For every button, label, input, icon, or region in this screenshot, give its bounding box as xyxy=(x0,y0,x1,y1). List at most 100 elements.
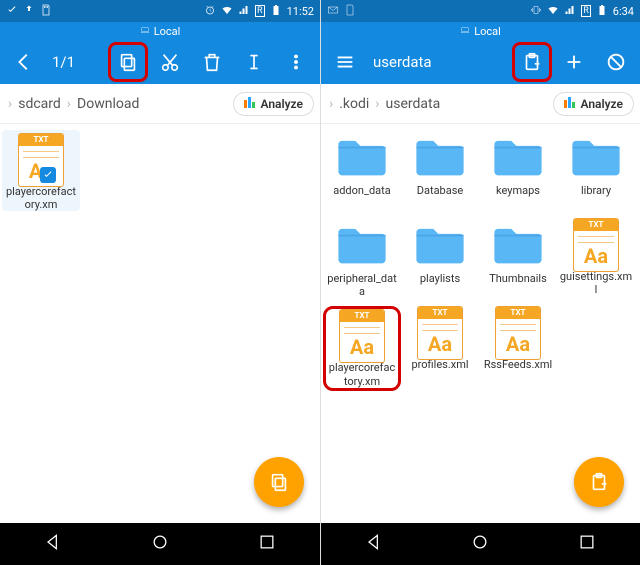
delete-button[interactable] xyxy=(192,42,232,82)
fab-paste[interactable] xyxy=(574,457,624,507)
folder-icon xyxy=(411,218,469,270)
location-label: Local xyxy=(474,25,501,38)
chevron-icon: › xyxy=(327,96,335,112)
item-label: Database xyxy=(401,184,479,210)
status-bar: R 6:34 xyxy=(321,0,640,22)
nav-back[interactable] xyxy=(43,532,63,556)
nav-home[interactable] xyxy=(470,532,490,556)
item-label: keymaps xyxy=(479,184,557,210)
item-label: playlists xyxy=(401,272,479,298)
crumb[interactable]: .kodi xyxy=(335,96,373,112)
toolbar: userdata xyxy=(321,40,640,84)
item-label: Thumbnails xyxy=(479,272,557,298)
alarm-icon xyxy=(204,4,216,19)
folder-item[interactable]: playlists xyxy=(401,218,479,298)
chevron-icon: › xyxy=(6,96,14,112)
crumb[interactable]: sdcard xyxy=(14,96,65,112)
file-item[interactable]: TXTAaplayercorefactory.xm xyxy=(323,306,401,390)
status-bar: R 11:52 xyxy=(0,0,320,22)
item-label: RssFeeds.xml xyxy=(479,358,557,384)
item-label: peripheral_data xyxy=(323,272,401,298)
chevron-icon: › xyxy=(373,96,381,112)
device-icon xyxy=(460,25,470,38)
folder-item[interactable]: keymaps xyxy=(479,130,557,210)
sd-icon xyxy=(40,4,52,19)
analyze-button[interactable]: Analyze xyxy=(553,92,634,116)
check-icon xyxy=(6,4,18,19)
status-time: 11:52 xyxy=(287,5,314,18)
paste-button[interactable] xyxy=(512,42,552,82)
analyze-button[interactable]: Analyze xyxy=(233,92,314,116)
menu-button[interactable] xyxy=(325,42,365,82)
folder-item[interactable]: Thumbnails xyxy=(479,218,557,298)
vibrate-icon xyxy=(530,4,542,19)
folder-icon xyxy=(333,218,391,270)
wifi-icon xyxy=(221,4,233,19)
nav-recent[interactable] xyxy=(577,532,597,556)
sd-icon xyxy=(344,4,356,19)
txt-file-icon: TXTAa xyxy=(495,306,541,356)
battery-icon xyxy=(270,4,282,19)
item-label: addon_data xyxy=(323,184,401,210)
fab-copy[interactable] xyxy=(254,457,304,507)
item-label: playercorefactory.xm xyxy=(326,361,398,387)
signal-icon xyxy=(564,4,576,19)
selection-counter: 1/1 xyxy=(46,53,81,71)
nav-home[interactable] xyxy=(150,532,170,556)
signal-icon xyxy=(238,4,250,19)
android-navbar xyxy=(0,523,320,565)
folder-item[interactable]: peripheral_data xyxy=(323,218,401,298)
device-icon xyxy=(140,25,150,38)
bars-icon xyxy=(244,97,256,111)
crumb[interactable]: Download xyxy=(73,96,143,112)
item-label: playercorefactory.xm xyxy=(2,185,80,211)
item-label: profiles.xml xyxy=(401,358,479,384)
location-strip: Local xyxy=(0,22,320,40)
file-item[interactable]: TXTAaplayercorefactory.xm xyxy=(2,130,80,211)
file-item[interactable]: TXTAaprofiles.xml xyxy=(401,306,479,390)
file-item[interactable]: TXTAaRssFeeds.xml xyxy=(479,306,557,390)
r-badge-icon: R xyxy=(581,5,591,17)
mail-icon xyxy=(327,4,339,19)
folder-icon xyxy=(333,130,391,182)
new-button[interactable] xyxy=(554,42,594,82)
phone-left: R 11:52 Local 1/1 › sdcard › Download An… xyxy=(0,0,320,565)
crumb[interactable]: userdata xyxy=(382,96,445,112)
phone-right: R 6:34 Local userdata › .kodi › userdata… xyxy=(320,0,640,565)
upload-icon xyxy=(23,4,35,19)
path-label[interactable]: userdata xyxy=(367,53,438,71)
analyze-label: Analyze xyxy=(580,97,623,111)
breadcrumb: › .kodi › userdata Analyze xyxy=(321,84,640,124)
folder-item[interactable]: addon_data xyxy=(323,130,401,210)
file-item[interactable]: TXTAaguisettings.xml xyxy=(557,218,635,298)
back-button[interactable] xyxy=(4,42,44,82)
folder-item[interactable]: library xyxy=(557,130,635,210)
nav-recent[interactable] xyxy=(257,532,277,556)
folder-icon xyxy=(489,218,547,270)
folder-icon xyxy=(489,130,547,182)
bars-icon xyxy=(564,97,576,111)
rename-button[interactable] xyxy=(234,42,274,82)
location-label: Local xyxy=(154,25,181,38)
block-button[interactable] xyxy=(596,42,636,82)
analyze-label: Analyze xyxy=(260,97,303,111)
breadcrumb: › sdcard › Download Analyze xyxy=(0,84,320,124)
chevron-icon: › xyxy=(65,96,73,112)
toolbar: 1/1 xyxy=(0,40,320,84)
copy-button[interactable] xyxy=(108,42,148,82)
nav-back[interactable] xyxy=(364,532,384,556)
item-label: guisettings.xml xyxy=(557,270,635,296)
folder-icon xyxy=(411,130,469,182)
folder-icon xyxy=(567,130,625,182)
android-navbar xyxy=(321,523,640,565)
overflow-button[interactable] xyxy=(276,42,316,82)
location-strip: Local xyxy=(321,22,640,40)
txt-file-icon: TXTAa xyxy=(573,218,619,268)
cut-button[interactable] xyxy=(150,42,190,82)
txt-file-icon: TXTAa xyxy=(417,306,463,356)
txt-file-icon: TXTAa xyxy=(339,309,385,359)
folder-item[interactable]: Database xyxy=(401,130,479,210)
item-label: library xyxy=(557,184,635,210)
wifi-icon xyxy=(547,4,559,19)
r-badge-icon: R xyxy=(255,5,265,17)
